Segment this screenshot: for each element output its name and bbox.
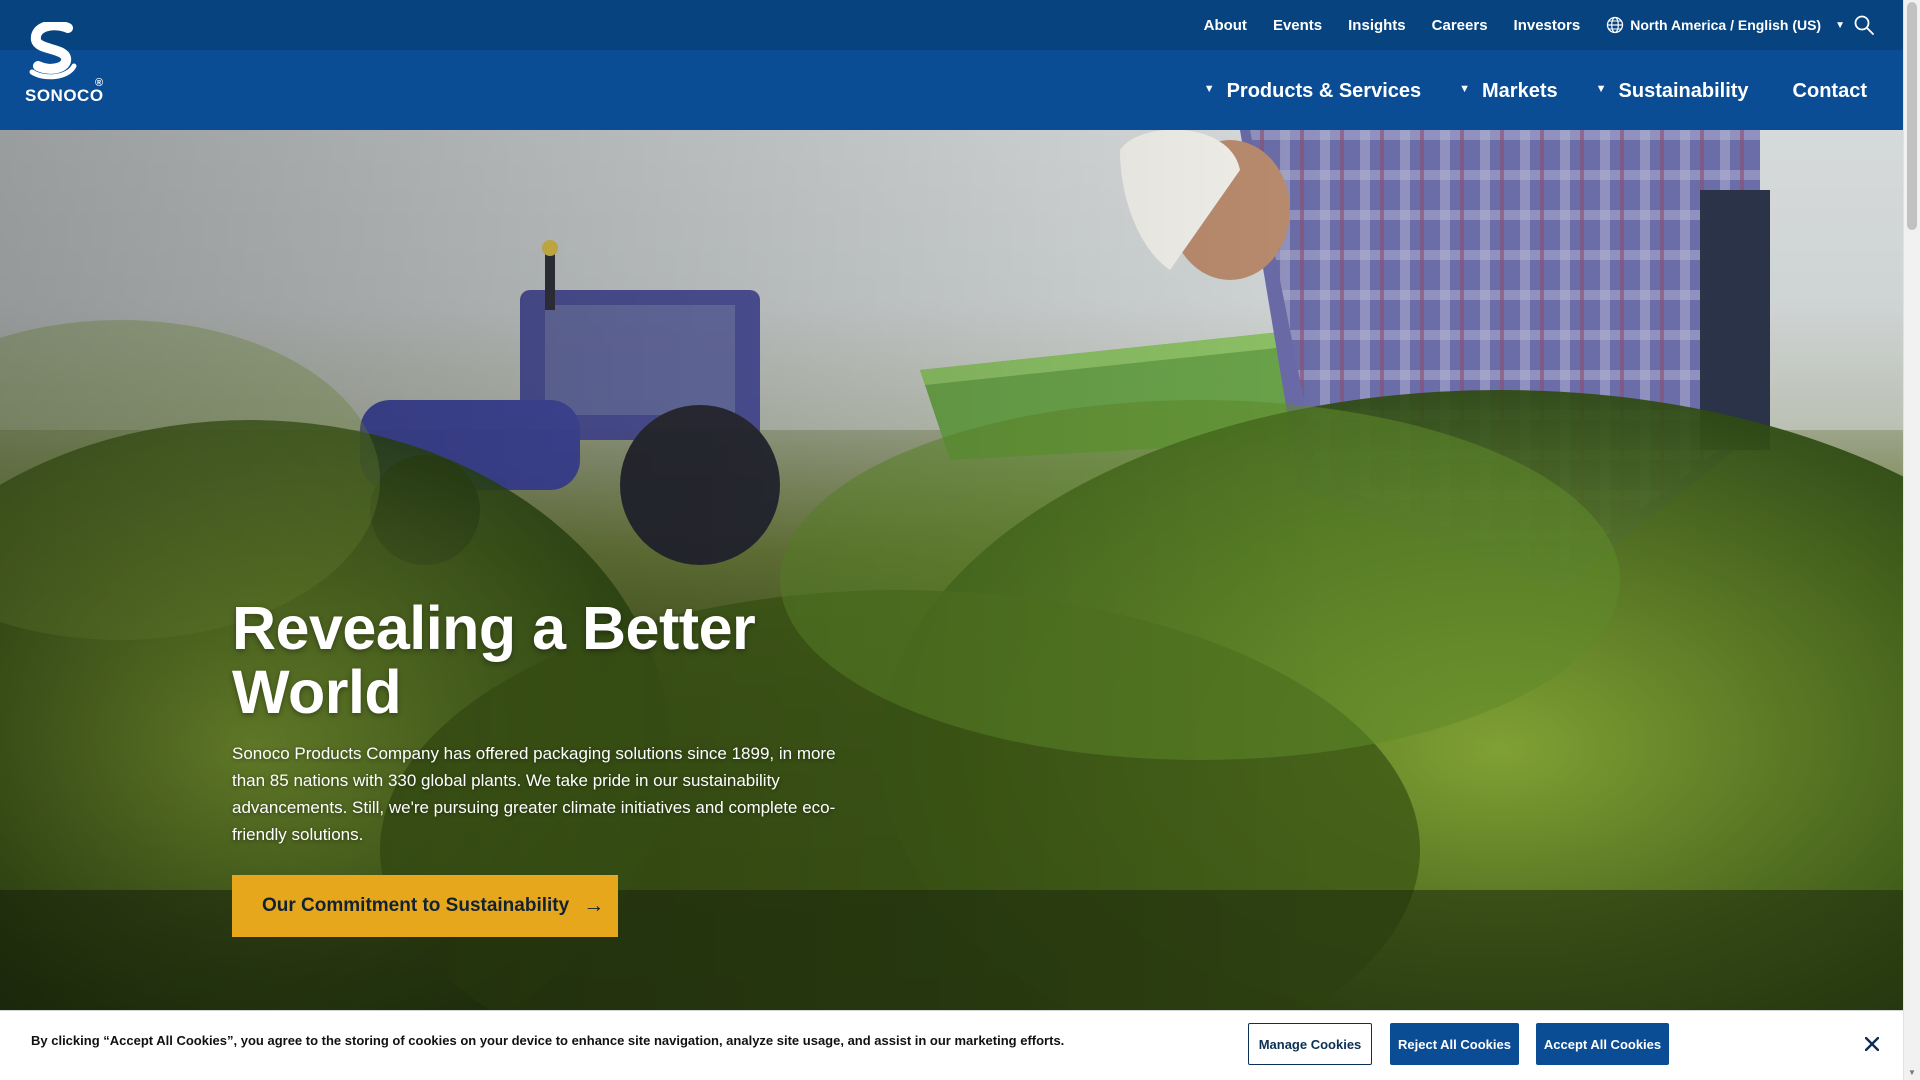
scroll-down-arrow-icon[interactable]: ▼ bbox=[1907, 1068, 1917, 1078]
sonoco-logo[interactable]: ® SONOCO bbox=[24, 22, 108, 108]
nav-contact[interactable]: Contact bbox=[1793, 80, 1867, 103]
arrow-right-icon: → bbox=[583, 894, 605, 917]
site-header: ® SONOCO About Events Insights Careers I… bbox=[0, 0, 1903, 130]
page-scrollbar[interactable]: ▼ bbox=[1903, 0, 1920, 1080]
hero-description: Sonoco Products Company has offered pack… bbox=[232, 744, 836, 844]
scrollbar-thumb[interactable] bbox=[1907, 2, 1917, 230]
close-icon bbox=[1865, 1037, 1879, 1051]
sustainability-commitment-button[interactable]: Our Commitment to Sustainability → bbox=[232, 875, 618, 937]
main-nav: ▼ Products & Services ▼ Markets ▼ Sustai… bbox=[1204, 74, 1867, 108]
search-icon bbox=[1854, 15, 1874, 35]
region-selector[interactable]: North America / English (US) ▼ bbox=[1606, 16, 1845, 34]
utility-link-events[interactable]: Events bbox=[1273, 17, 1322, 34]
cookie-consent-text: By clicking “Accept All Cookies”, you ag… bbox=[31, 1033, 1065, 1048]
utility-link-careers[interactable]: Careers bbox=[1432, 17, 1488, 34]
utility-link-investors[interactable]: Investors bbox=[1514, 17, 1581, 34]
dropdown-triangle-icon: ▼ bbox=[1203, 83, 1215, 95]
nav-label: Products & Services bbox=[1226, 79, 1422, 102]
hero-content: Revealing a Better World Sonoco Products… bbox=[232, 596, 892, 937]
nav-label: Contact bbox=[1792, 79, 1867, 102]
reject-all-cookies-button[interactable]: Reject All Cookies bbox=[1390, 1023, 1519, 1065]
accept-all-cookies-button[interactable]: Accept All Cookies bbox=[1536, 1023, 1669, 1065]
logo-wordmark: SONOCO bbox=[25, 86, 104, 105]
search-button[interactable] bbox=[1853, 14, 1875, 36]
utility-nav: About Events Insights Careers Investors … bbox=[1204, 0, 1845, 50]
utility-link-about[interactable]: About bbox=[1204, 17, 1247, 34]
nav-label: Markets bbox=[1482, 79, 1558, 102]
nav-products-services[interactable]: ▼ Products & Services bbox=[1204, 80, 1421, 103]
hero-title: Revealing a Better World bbox=[232, 594, 756, 726]
region-label: North America / English (US) bbox=[1630, 17, 1822, 33]
nav-markets[interactable]: ▼ Markets bbox=[1459, 80, 1558, 103]
sonoco-s-logo-icon bbox=[29, 22, 77, 80]
cookie-close-button[interactable] bbox=[1860, 1032, 1884, 1056]
cookie-banner: By clicking “Accept All Cookies”, you ag… bbox=[0, 1010, 1903, 1080]
nav-label: Sustainability bbox=[1618, 79, 1749, 102]
hero-section: Revealing a Better World Sonoco Products… bbox=[0, 130, 1903, 1010]
utility-link-insights[interactable]: Insights bbox=[1348, 17, 1406, 34]
chevron-down-icon: ▼ bbox=[1835, 19, 1845, 31]
nav-sustainability[interactable]: ▼ Sustainability bbox=[1596, 80, 1749, 103]
dropdown-triangle-icon: ▼ bbox=[1459, 83, 1471, 95]
cta-label: Our Commitment to Sustainability bbox=[262, 895, 570, 916]
manage-cookies-button[interactable]: Manage Cookies bbox=[1248, 1023, 1372, 1065]
dropdown-triangle-icon: ▼ bbox=[1595, 83, 1607, 95]
globe-icon bbox=[1607, 16, 1624, 34]
